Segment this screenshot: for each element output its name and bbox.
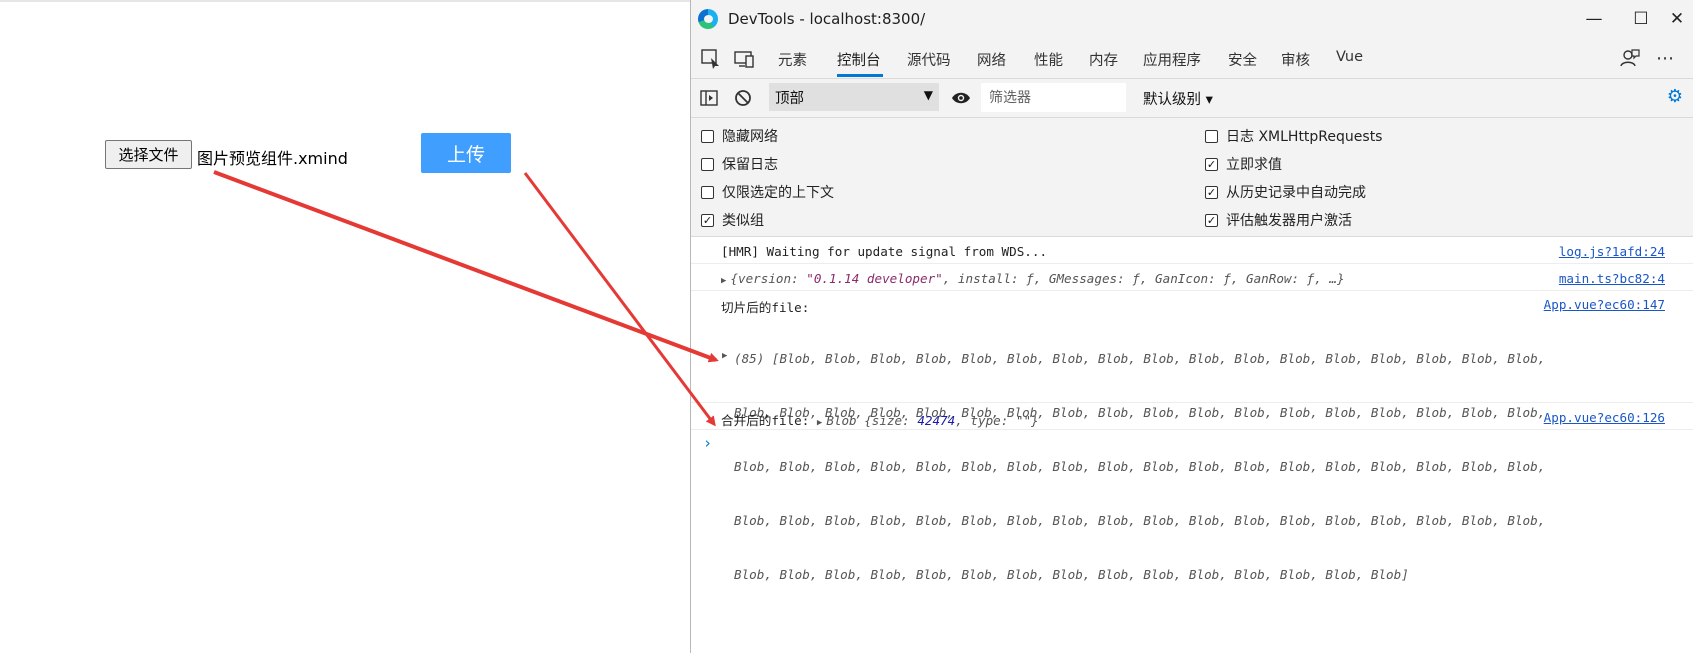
array-line: Blob, Blob, Blob, Blob, Blob, Blob, Blob… (734, 513, 1546, 528)
window-title: DevTools - localhost:8300/ (728, 10, 926, 28)
minimize-icon[interactable]: — (1581, 6, 1607, 32)
option-autocomplete-history[interactable]: 从历史记录中自动完成 (1205, 182, 1366, 202)
web-page: 选择文件 图片预览组件.xmind 上传 (0, 0, 690, 655)
clear-console-icon[interactable] (733, 88, 753, 108)
maximize-icon[interactable]: ☐ (1628, 6, 1654, 32)
blob-type: , type: ""} (955, 413, 1039, 428)
console-message: 合并后的file: ▶ Blob {size: 42474, type: ""} … (691, 403, 1693, 430)
message-line: 合并后的file: ▶ Blob {size: 42474, type: ""} (721, 410, 1039, 429)
array-line: Blob, Blob, Blob, Blob, Blob, Blob, Blob… (734, 459, 1546, 474)
devtools-tab-bar: 元素 控制台 源代码 网络 性能 内存 应用程序 安全 审核 Vue ⋯ (691, 39, 1693, 79)
context-selector[interactable]: 顶部 ▼ (769, 83, 939, 111)
more-options-icon[interactable]: ⋯ (1653, 47, 1677, 71)
option-label: 评估触发器用户激活 (1226, 213, 1352, 229)
source-link[interactable]: App.vue?ec60:126 (1544, 410, 1665, 425)
checkbox-checked[interactable] (1205, 213, 1218, 227)
checkbox-checked[interactable] (701, 213, 714, 227)
tab-memory[interactable]: 内存 (1089, 49, 1118, 70)
blob-size: 42474 (917, 413, 956, 428)
option-label: 日志 XMLHttpRequests (1226, 129, 1383, 145)
devtools-window: DevTools - localhost:8300/ — ☐ ✕ 元素 控制台 … (690, 0, 1693, 653)
choose-file-button[interactable]: 选择文件 (105, 140, 192, 169)
checkbox[interactable] (1205, 129, 1218, 143)
tab-performance[interactable]: 性能 (1034, 49, 1063, 70)
close-icon[interactable]: ✕ (1664, 6, 1690, 32)
live-expression-eye-icon[interactable] (951, 88, 971, 108)
message-label: 合并后的file: (721, 413, 810, 428)
expand-triangle-icon[interactable]: ▶ (817, 418, 822, 428)
option-label: 保留日志 (722, 157, 778, 173)
option-label: 立即求值 (1226, 157, 1282, 173)
console-toolbar: 顶部 ▼ 默认级别 ▾ ⚙ (691, 79, 1693, 118)
source-link[interactable]: main.ts?bc82:4 (1559, 271, 1665, 286)
option-log-xhr[interactable]: 日志 XMLHttpRequests (1205, 126, 1382, 146)
object-version: "0.1.14 developer" (806, 271, 943, 286)
tab-security[interactable]: 安全 (1228, 49, 1257, 70)
device-emulation-icon[interactable] (733, 47, 757, 71)
option-preserve-log[interactable]: 保留日志 (701, 154, 778, 174)
filter-input[interactable] (981, 83, 1126, 112)
array-line: Blob, Blob, Blob, Blob, Blob, Blob, Blob… (734, 567, 1409, 582)
option-eager-evaluation[interactable]: 立即求值 (1205, 154, 1282, 174)
context-value: 顶部 (775, 91, 804, 107)
console-message: 切片后的file: App.vue?ec60:147 ▶ (85) [Blob,… (691, 291, 1693, 582)
edge-browser-icon (698, 9, 718, 29)
checkbox[interactable] (701, 157, 714, 171)
expand-triangle-icon[interactable]: ▶ (721, 276, 726, 286)
tab-console[interactable]: 控制台 (837, 49, 881, 70)
devtools-titlebar: DevTools - localhost:8300/ — ☐ ✕ (691, 0, 1693, 39)
object-preview[interactable]: ▶ {version: "0.1.14 developer", install: … (721, 271, 1345, 286)
option-label: 从历史记录中自动完成 (1226, 185, 1366, 201)
message-text: [HMR] Waiting for update signal from WDS… (721, 244, 1048, 259)
selected-file-name: 图片预览组件.xmind (197, 149, 348, 168)
console-message: [HMR] Waiting for update signal from WDS… (691, 237, 1693, 264)
inspect-element-icon[interactable] (699, 47, 723, 71)
option-hide-network[interactable]: 隐藏网络 (701, 126, 778, 146)
log-levels-dropdown[interactable]: 默认级别 ▾ (1143, 88, 1213, 109)
console-settings-panel: 隐藏网络 保留日志 仅限选定的上下文 类似组 日志 XMLHttpRequest… (691, 118, 1693, 237)
upload-button[interactable]: 上传 (421, 133, 511, 173)
option-selected-context-only[interactable]: 仅限选定的上下文 (701, 182, 834, 202)
checkbox[interactable] (701, 185, 714, 199)
option-label: 仅限选定的上下文 (722, 185, 834, 201)
console-prompt-row[interactable]: › (691, 430, 1693, 460)
gear-icon[interactable]: ⚙ (1665, 87, 1685, 107)
object-text: {version: (730, 271, 807, 286)
tab-audits[interactable]: 审核 (1281, 49, 1310, 70)
expand-triangle-icon[interactable]: ▶ (722, 351, 727, 361)
source-link[interactable]: log.js?1afd:24 (1559, 244, 1665, 259)
tab-sources[interactable]: 源代码 (907, 49, 951, 70)
blob-preview[interactable]: Blob {size: (826, 413, 917, 428)
tab-vue[interactable]: Vue (1336, 49, 1363, 65)
chevron-down-icon: ▼ (923, 88, 933, 102)
tab-elements[interactable]: 元素 (778, 49, 807, 70)
console-message: ▶ {version: "0.1.14 developer", install: … (691, 264, 1693, 291)
console-prompt-icon: › (703, 434, 713, 452)
checkbox[interactable] (701, 129, 714, 143)
checkbox-checked[interactable] (1205, 157, 1218, 171)
checkbox-checked[interactable] (1205, 185, 1218, 199)
option-group-similar[interactable]: 类似组 (701, 210, 764, 230)
toggle-sidebar-icon[interactable] (699, 88, 719, 108)
blob-array-preview[interactable]: (85) [Blob, Blob, Blob, Blob, Blob, Blob… (734, 314, 1545, 620)
option-label: 隐藏网络 (722, 129, 778, 145)
tab-application[interactable]: 应用程序 (1143, 49, 1201, 70)
object-text: , install: ƒ, GMessages: ƒ, GanIcon: ƒ, … (942, 271, 1345, 286)
feedback-icon[interactable] (1618, 47, 1642, 71)
option-evaluate-user-activation[interactable]: 评估触发器用户激活 (1205, 210, 1352, 230)
console-output: [HMR] Waiting for update signal from WDS… (691, 237, 1693, 582)
tab-network[interactable]: 网络 (977, 49, 1006, 70)
array-line: (85) [Blob, Blob, Blob, Blob, Blob, Blob… (734, 351, 1546, 366)
source-link[interactable]: App.vue?ec60:147 (1544, 297, 1665, 312)
option-label: 类似组 (722, 213, 764, 229)
active-tab-indicator (837, 74, 883, 77)
